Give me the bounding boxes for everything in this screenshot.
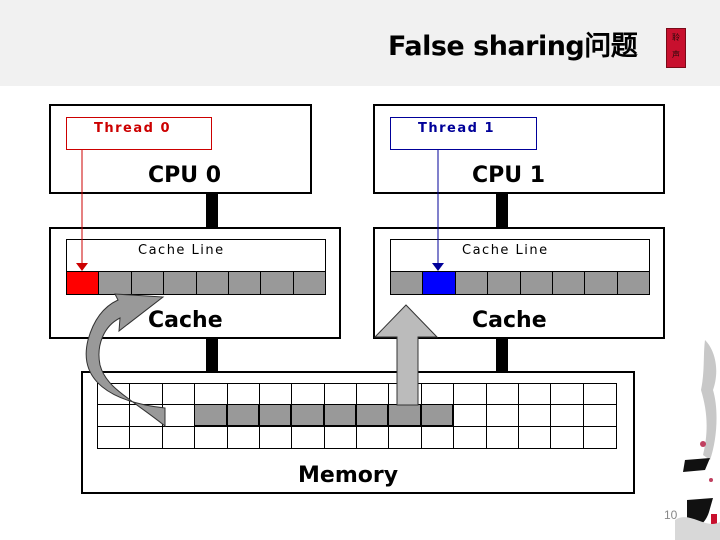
load-arrow-cpu1-icon <box>373 304 439 406</box>
page-number: 10 <box>664 508 678 522</box>
ink-decoration-icon <box>675 340 720 540</box>
load-arrow-cpu0-icon <box>85 293 166 428</box>
thread-1-arrowhead-icon <box>432 263 444 271</box>
thread-0-arrowhead-icon <box>76 263 88 271</box>
arrows-layer <box>76 150 444 428</box>
false-sharing-diagram: Thread 0 CPU 0 Thread 1 CPU 1 Cache Line… <box>0 0 720 540</box>
